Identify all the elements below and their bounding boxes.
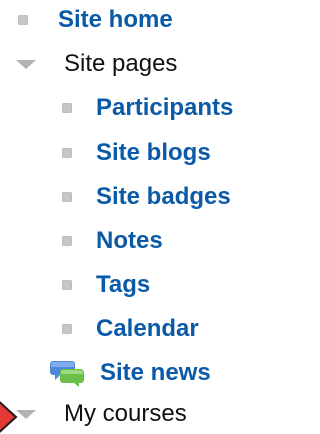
nav-item-tags[interactable]: Tags (62, 265, 150, 305)
nav-item-site-blogs[interactable]: Site blogs (62, 133, 211, 173)
nav-item-site-badges[interactable]: Site badges (62, 177, 231, 217)
bullet-icon (62, 192, 72, 202)
nav-item-calendar[interactable]: Calendar (62, 309, 199, 349)
nav-item-my-courses[interactable]: My courses (16, 394, 187, 434)
nav-item-calendar-label[interactable]: Calendar (96, 309, 199, 349)
navigation-tree: Site home Site pages Participants Site b… (0, 0, 303, 434)
nav-item-site-news[interactable]: Site news (50, 353, 211, 393)
nav-item-notes[interactable]: Notes (62, 221, 163, 261)
nav-item-site-pages-label: Site pages (64, 50, 178, 77)
bullet-icon (62, 236, 72, 246)
nav-item-notes-label[interactable]: Notes (96, 221, 163, 261)
bullet-icon (62, 324, 72, 334)
bullet-icon (62, 103, 72, 113)
nav-item-site-blogs-label[interactable]: Site blogs (96, 133, 211, 173)
expand-triangle-icon[interactable] (16, 409, 36, 419)
nav-item-site-home[interactable]: Site home (18, 0, 173, 40)
nav-item-my-courses-label: My courses (64, 400, 187, 427)
nav-item-participants-label[interactable]: Participants (96, 88, 233, 128)
bullet-icon (62, 280, 72, 290)
nav-item-site-badges-label[interactable]: Site badges (96, 177, 231, 217)
bullet-icon (62, 148, 72, 158)
nav-item-site-pages[interactable]: Site pages (16, 44, 177, 84)
bullet-icon (18, 15, 28, 25)
expand-triangle-icon[interactable] (16, 59, 36, 69)
nav-item-participants[interactable]: Participants (62, 88, 233, 128)
nav-item-site-news-label[interactable]: Site news (100, 353, 211, 393)
nav-item-site-home-label[interactable]: Site home (58, 0, 173, 40)
forum-chat-icon (50, 358, 84, 388)
nav-item-tags-label[interactable]: Tags (96, 265, 150, 305)
